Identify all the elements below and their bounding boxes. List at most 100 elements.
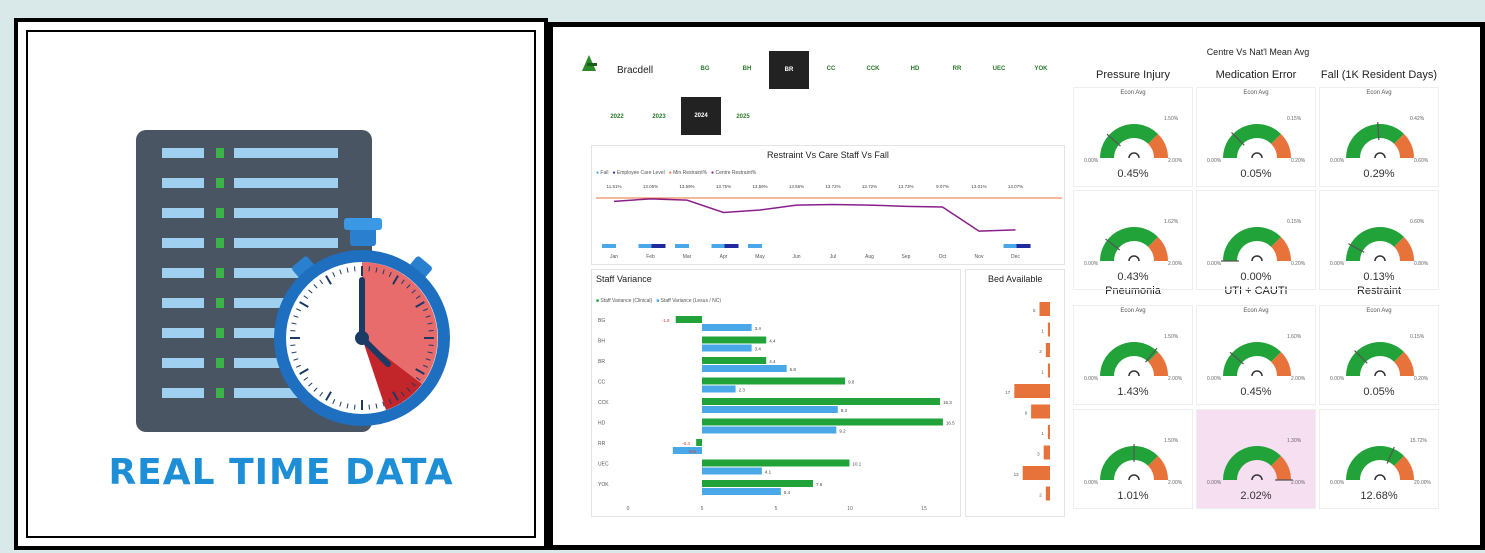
bed-value-label: 2 bbox=[1039, 349, 1042, 354]
staff-variance-title: Staff Variance bbox=[596, 274, 652, 284]
gauge-min-label: 0.00% bbox=[1330, 261, 1345, 267]
line-data-label: 13.56% bbox=[789, 184, 804, 189]
server-led bbox=[216, 238, 224, 248]
server-led bbox=[216, 298, 224, 308]
site-button-br[interactable]: BR bbox=[769, 51, 809, 89]
server-led bbox=[216, 358, 224, 368]
bed-bar bbox=[1047, 322, 1050, 337]
gauge-pivot-icon bbox=[1374, 474, 1386, 481]
server-slot bbox=[162, 268, 204, 278]
clinical-value-label: 16.3 bbox=[943, 400, 952, 405]
nonclinical-value-label: 3.4 bbox=[755, 347, 762, 352]
real-time-data-title: REAL TIME DATA bbox=[108, 452, 454, 493]
server-led bbox=[216, 208, 224, 218]
nonclinical-bar bbox=[702, 365, 787, 372]
server-slot bbox=[162, 208, 204, 218]
bed-available-card: Bed Available 5 1 2 1 17 9 1 3 13 2 bbox=[965, 269, 1065, 517]
site-button-yok[interactable]: YOK bbox=[1021, 63, 1061, 75]
gauge-min-label: 0.00% bbox=[1084, 261, 1099, 267]
gauge-value: 1.01% bbox=[1117, 490, 1149, 502]
server-slot bbox=[162, 238, 204, 248]
site-button-uec[interactable]: UEC bbox=[979, 63, 1019, 75]
gauge-value: 12.68% bbox=[1360, 490, 1398, 502]
site-button-rr[interactable]: RR bbox=[937, 63, 977, 75]
care-level-bar bbox=[1016, 244, 1031, 248]
gauge-max-label: 20.00% bbox=[1414, 480, 1431, 486]
restraint-chart: 11.51% 13.05% 13.59% 13.75% 13.59% 13.56% 13.7… bbox=[596, 184, 1062, 260]
axis-tick: 5 bbox=[701, 506, 704, 512]
gauge-value: 0.13% bbox=[1363, 271, 1395, 283]
month-label: Apr bbox=[720, 254, 728, 260]
line-data-label: 9.07% bbox=[936, 184, 949, 189]
site-button-bg[interactable]: BG bbox=[685, 63, 725, 75]
bed-available-chart: 512117913132 bbox=[1005, 302, 1050, 501]
fall-bar bbox=[711, 244, 726, 248]
clinical-bar bbox=[702, 459, 850, 467]
fall-bar bbox=[638, 244, 653, 248]
econ-avg-label: Econ Avg bbox=[1243, 308, 1269, 314]
site-label: HD bbox=[598, 421, 606, 427]
gauge-max-label: 0.80% bbox=[1414, 261, 1429, 267]
clinical-value-label: -1.8 bbox=[662, 318, 670, 323]
bed-bar bbox=[1047, 363, 1050, 378]
nonclinical-bar bbox=[702, 406, 838, 413]
gauge-pivot-icon bbox=[1374, 370, 1386, 377]
gauge-value: 0.43% bbox=[1117, 271, 1149, 283]
site-label: CC bbox=[598, 380, 606, 386]
restraint-chart-card: Restraint Vs Care Staff Vs Fall ● Fall ● … bbox=[591, 145, 1065, 265]
gauge-min-label: 0.00% bbox=[1330, 480, 1345, 486]
year-button-2025[interactable]: 2025 bbox=[723, 111, 763, 123]
server-slot bbox=[162, 328, 204, 338]
axis-tick: 10 bbox=[847, 506, 853, 512]
line-data-label: 13.59% bbox=[679, 184, 694, 189]
site-button-bh[interactable]: BH bbox=[727, 63, 767, 75]
gauge-min-label: 0.00% bbox=[1207, 158, 1222, 164]
gauge-cell: Econ Avg 0.15% 0.00% 0.20% 0.05% bbox=[1196, 87, 1316, 187]
site-button-hd[interactable]: HD bbox=[895, 63, 935, 75]
server-led bbox=[216, 388, 224, 398]
year-button-2024[interactable]: 2024 bbox=[681, 97, 721, 135]
gauge-group-title: Medication Error bbox=[1215, 69, 1297, 81]
nonclinical-value-label: 2.3 bbox=[739, 388, 746, 393]
month-label: Jan bbox=[610, 254, 618, 260]
gauge-cell: Econ Avg 0.42% 0.00% 0.60% 0.29% bbox=[1319, 87, 1439, 187]
line-data-label: 13.75% bbox=[716, 184, 731, 189]
bed-available-title: Bed Available bbox=[988, 274, 1043, 284]
gauge-min-label: 0.00% bbox=[1084, 158, 1099, 164]
bed-value-label: 1 bbox=[1041, 329, 1044, 334]
gauge-pivot-icon bbox=[1251, 152, 1263, 159]
server-slot bbox=[162, 148, 204, 158]
gauge-max-label: 0.20% bbox=[1414, 376, 1429, 382]
month-label: Oct bbox=[939, 254, 947, 260]
nonclinical-bar bbox=[702, 426, 837, 434]
gauge-group-title: Pressure Injury bbox=[1096, 69, 1170, 81]
gauge-value: 0.29% bbox=[1363, 168, 1395, 180]
month-label: Aug bbox=[865, 254, 874, 260]
bed-value-label: 1 bbox=[1041, 370, 1044, 375]
gauge-pivot-icon bbox=[1251, 255, 1263, 262]
gauge-value: 0.05% bbox=[1240, 168, 1272, 180]
gauge-value: 0.05% bbox=[1363, 386, 1395, 398]
month-label: Dec bbox=[1011, 254, 1020, 260]
line-data-label: 11.51% bbox=[607, 184, 622, 189]
site-button-cc[interactable]: CC bbox=[811, 63, 851, 75]
gauge-min-label: 0.00% bbox=[1207, 261, 1222, 267]
gauge-min-label: 0.00% bbox=[1207, 480, 1222, 486]
gauge-cell: 15.72% 0.00% 20.00% 12.68% bbox=[1319, 409, 1439, 509]
year-button-2022[interactable]: 2022 bbox=[597, 111, 637, 123]
gauge-max-label: 0.20% bbox=[1291, 261, 1306, 267]
gauge-min-label: 0.00% bbox=[1207, 376, 1222, 382]
staff-variance-card: Staff Variance ■ Staff Variance (Clinica… bbox=[591, 269, 961, 517]
gauge-cell: Econ Avg 1.60% 0.00% 2.00% 0.45% bbox=[1196, 305, 1316, 405]
gauge-pivot-icon bbox=[1128, 474, 1140, 481]
nonclinical-bar bbox=[702, 324, 752, 331]
fall-bar bbox=[675, 244, 689, 248]
care-level-bar bbox=[651, 244, 666, 248]
site-button-cck[interactable]: CCK bbox=[853, 63, 893, 75]
site-label: BR bbox=[598, 359, 605, 365]
year-button-2023[interactable]: 2023 bbox=[639, 111, 679, 123]
nonclinical-bar bbox=[702, 344, 752, 352]
site-label: RR bbox=[598, 441, 606, 447]
econ-avg-label: Econ Avg bbox=[1366, 90, 1392, 96]
axis-tick: 5 bbox=[775, 506, 778, 512]
